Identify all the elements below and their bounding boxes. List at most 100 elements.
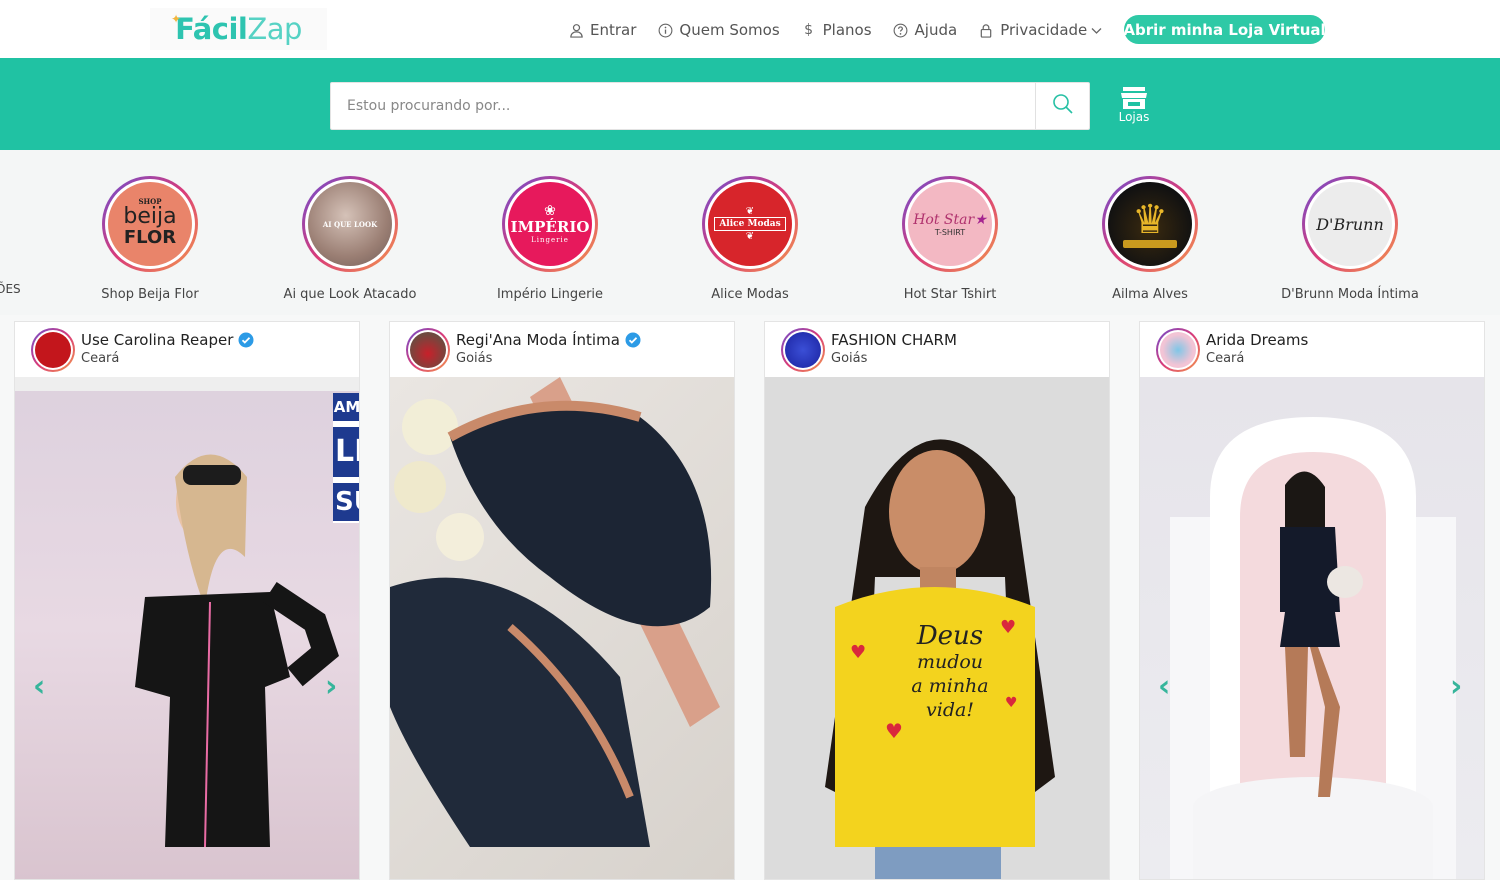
store-card-regiana[interactable]: Regi'Ana Moda Íntima Goiás xyxy=(389,321,735,880)
story-ring: ❀ IMPÉRIO Lingerie xyxy=(502,176,598,272)
nav-quem-somos-label: Quem Somos xyxy=(679,21,780,39)
story-ring: ❦ Alice Modas ❦ xyxy=(702,176,798,272)
story-hot-star-tshirt[interactable]: Hot Star★ T-SHIRT Hot Star Tshirt xyxy=(850,176,1050,302)
ailma-alves-avatar: ♛ xyxy=(1108,182,1192,266)
story-ring: SHOP beija FLOR xyxy=(102,176,198,272)
nav-planos[interactable]: $ Planos xyxy=(801,21,872,39)
store-location: Ceará xyxy=(81,351,120,366)
store-card-use-carolina-reaper[interactable]: Use Carolina Reaper Ceará AM LI SU ‹ › xyxy=(14,321,360,880)
help-icon xyxy=(893,22,909,38)
search-input[interactable] xyxy=(331,83,1036,129)
next-arrow[interactable]: › xyxy=(325,669,337,704)
story-name: Ailma Alves xyxy=(1112,287,1188,302)
store-icon xyxy=(1113,86,1155,110)
heart-icon: ♥ xyxy=(885,719,903,743)
search-icon xyxy=(1052,93,1074,119)
card-header: Arida Dreams Ceará xyxy=(1140,322,1484,377)
nav-planos-label: Planos xyxy=(822,21,872,39)
story-imperio-lingerie[interactable]: ❀ IMPÉRIO Lingerie Império Lingerie xyxy=(450,176,650,302)
main-nav: Entrar Quem Somos $ Planos Ajuda Privaci… xyxy=(568,21,1123,39)
nav-quem-somos[interactable]: Quem Somos xyxy=(657,21,780,39)
store-card-arida-dreams[interactable]: Arida Dreams Ceará ‹ › xyxy=(1139,321,1485,880)
story-ring: D'Brunn xyxy=(1302,176,1398,272)
store-location: Goiás xyxy=(456,351,493,366)
nav-ajuda-label: Ajuda xyxy=(914,21,958,39)
story-ring: ♛ xyxy=(1102,176,1198,272)
store-name[interactable]: Regi'Ana Moda Íntima xyxy=(456,331,641,349)
store-avatar[interactable] xyxy=(31,328,75,372)
heart-icon: ♥ xyxy=(1000,617,1017,638)
stores-carousel: ÕES SHOP beija FLOR Shop Beija Flor AI Q… xyxy=(0,150,1500,315)
shop-beija-flor-avatar: SHOP beija FLOR xyxy=(108,182,192,266)
prev-arrow[interactable]: ‹ xyxy=(1158,669,1170,704)
story-name: Shop Beija Flor xyxy=(101,287,199,302)
store-avatar[interactable] xyxy=(1156,328,1200,372)
nav-entrar-label: Entrar xyxy=(590,21,637,39)
nav-entrar[interactable]: Entrar xyxy=(568,21,636,39)
prev-arrow[interactable]: ‹ xyxy=(33,669,45,704)
story-label-cut: ÕES xyxy=(0,282,21,296)
nav-privacidade[interactable]: Privacidade xyxy=(978,21,1102,39)
product-image[interactable]: Deus mudou a minha vida! ♥ ♥ ♥ ♥ xyxy=(765,377,1109,879)
nav-privacidade-label: Privacidade xyxy=(1000,21,1088,39)
nav-ajuda[interactable]: Ajuda xyxy=(893,21,958,39)
lock-icon xyxy=(978,22,994,38)
stores-link-label: Lojas xyxy=(1118,110,1150,124)
story-ring: AI QUE LOOK xyxy=(302,176,398,272)
store-name[interactable]: FASHION CHARM xyxy=(831,331,957,349)
logo-text-zap: Zap xyxy=(247,12,302,46)
story-ring: Hot Star★ T-SHIRT xyxy=(902,176,998,272)
card-header: Regi'Ana Moda Íntima Goiás xyxy=(390,322,734,377)
model-figure xyxy=(135,454,339,848)
store-name[interactable]: Use Carolina Reaper xyxy=(81,331,254,349)
search-box xyxy=(330,82,1090,130)
info-icon xyxy=(657,22,673,38)
verified-icon xyxy=(625,332,641,348)
search-button[interactable] xyxy=(1035,83,1089,129)
store-location: Ceará xyxy=(1206,351,1245,366)
ornament-icon: ❦ xyxy=(745,231,755,242)
product-image[interactable] xyxy=(390,377,734,879)
star-icon: ★ xyxy=(974,211,987,228)
store-avatar[interactable] xyxy=(406,328,450,372)
ai-que-look-avatar: AI QUE LOOK xyxy=(308,182,392,266)
story-name: Império Lingerie xyxy=(496,287,604,302)
heart-icon: ♥ xyxy=(1005,695,1018,711)
chevron-down-icon xyxy=(1091,21,1102,39)
story-ailma-alves[interactable]: ♛ Ailma Alves xyxy=(1050,176,1250,302)
logo-text-facil: Fácil xyxy=(175,12,248,46)
lingerie-figure xyxy=(390,377,720,847)
logo-star-icon: ✦ xyxy=(171,12,182,26)
store-location: Goiás xyxy=(831,351,868,366)
story-shop-beija-flor[interactable]: SHOP beija FLOR Shop Beija Flor xyxy=(50,176,250,302)
product-image[interactable]: ‹ › xyxy=(1140,377,1484,879)
studio-scene xyxy=(1170,417,1456,879)
search-band: Lojas xyxy=(0,58,1500,150)
shirt-print: Deus mudou a minha vida! xyxy=(911,621,989,721)
story-name: D'Brunn Moda Íntima xyxy=(1281,287,1419,302)
story-name: Alice Modas xyxy=(711,287,789,302)
store-avatar[interactable] xyxy=(781,328,825,372)
alice-modas-avatar: ❦ Alice Modas ❦ xyxy=(708,182,792,266)
next-arrow[interactable]: › xyxy=(1450,669,1462,704)
top-header: ✦ Fácil Zap Entrar Quem Somos $ Planos Aj… xyxy=(0,0,1500,58)
stores-link[interactable]: Lojas xyxy=(1113,86,1155,124)
card-header: Use Carolina Reaper Ceará xyxy=(15,322,359,377)
crown-icon: ♛ xyxy=(1132,197,1168,243)
hot-star-avatar: Hot Star★ T-SHIRT xyxy=(908,182,992,266)
store-card-fashion-charm[interactable]: FASHION CHARM Goiás Deus mudou a minha v… xyxy=(764,321,1110,880)
story-name: Hot Star Tshirt xyxy=(903,287,997,302)
story-alice-modas[interactable]: ❦ Alice Modas ❦ Alice Modas xyxy=(650,176,850,302)
store-name[interactable]: Arida Dreams xyxy=(1206,331,1308,349)
open-store-button[interactable]: Abrir minha Loja Virtual xyxy=(1123,15,1326,44)
story-ai-que-look[interactable]: AI QUE LOOK Ai que Look Atacado xyxy=(250,176,450,302)
verified-icon xyxy=(238,332,254,348)
dollar-icon: $ xyxy=(804,22,814,38)
product-image[interactable]: AM LI SU ‹ › xyxy=(15,377,359,879)
heart-icon: ♥ xyxy=(850,642,867,663)
facilzap-logo[interactable]: ✦ Fácil Zap xyxy=(150,8,327,50)
dbrunn-avatar: D'Brunn xyxy=(1308,182,1392,266)
story-dbrunn[interactable]: D'Brunn D'Brunn Moda Íntima xyxy=(1250,176,1450,302)
story-name: Ai que Look Atacado xyxy=(283,287,417,302)
lotus-icon: ❀ xyxy=(544,203,556,219)
